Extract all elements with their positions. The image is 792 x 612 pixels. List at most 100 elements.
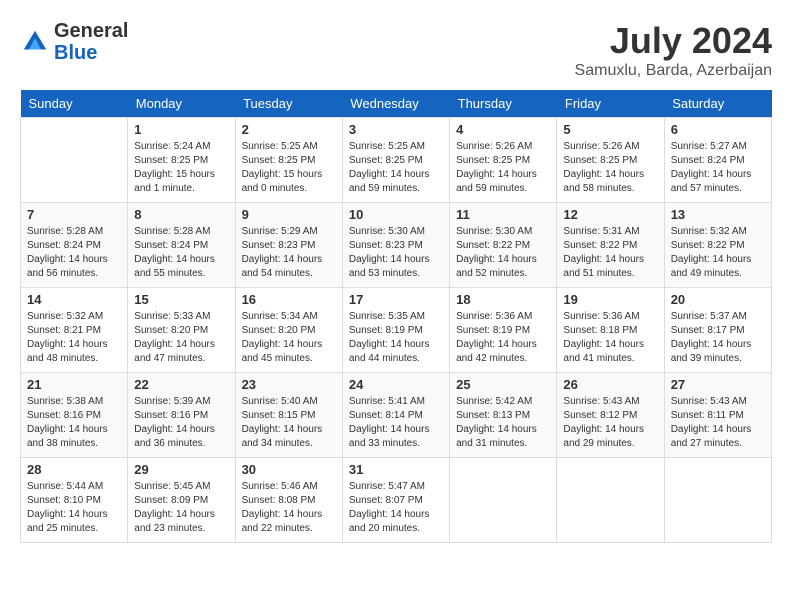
day-info: Sunrise: 5:43 AMSunset: 8:11 PMDaylight:…: [671, 395, 765, 451]
day-info: Sunrise: 5:44 AMSunset: 8:10 PMDaylight:…: [27, 480, 121, 536]
day-cell: 17 Sunrise: 5:35 AMSunset: 8:19 PMDayligh…: [342, 288, 449, 373]
day-cell: 25 Sunrise: 5:42 AMSunset: 8:13 PMDayligh…: [450, 373, 557, 458]
day-number: 12: [563, 207, 657, 222]
day-number: 7: [27, 207, 121, 222]
day-number: 23: [242, 377, 336, 392]
day-info: Sunrise: 5:33 AMSunset: 8:20 PMDaylight:…: [134, 310, 228, 366]
day-cell: 6 Sunrise: 5:27 AMSunset: 8:24 PMDaylight…: [664, 118, 771, 203]
day-info: Sunrise: 5:35 AMSunset: 8:19 PMDaylight:…: [349, 310, 443, 366]
week-row: 28 Sunrise: 5:44 AMSunset: 8:10 PMDayligh…: [21, 458, 772, 543]
day-info: Sunrise: 5:28 AMSunset: 8:24 PMDaylight:…: [134, 225, 228, 281]
day-cell: 3 Sunrise: 5:25 AMSunset: 8:25 PMDaylight…: [342, 118, 449, 203]
day-cell: 13 Sunrise: 5:32 AMSunset: 8:22 PMDayligh…: [664, 203, 771, 288]
day-info: Sunrise: 5:42 AMSunset: 8:13 PMDaylight:…: [456, 395, 550, 451]
day-cell: 10Sunrise: 5:30 AMSunset: 8:23 PMDayligh…: [342, 203, 449, 288]
weekday-header: Saturday: [664, 90, 771, 118]
weekday-header: Tuesday: [235, 90, 342, 118]
day-number: 24: [349, 377, 443, 392]
day-info: Sunrise: 5:34 AMSunset: 8:20 PMDaylight:…: [242, 310, 336, 366]
day-cell: 2 Sunrise: 5:25 AMSunset: 8:25 PMDaylight…: [235, 118, 342, 203]
day-info: Sunrise: 5:26 AMSunset: 8:25 PMDaylight:…: [456, 140, 550, 196]
page-header: General Blue July 2024 Samuxlu, Barda, A…: [20, 20, 772, 80]
day-info: Sunrise: 5:46 AMSunset: 8:08 PMDaylight:…: [242, 480, 336, 536]
day-number: 27: [671, 377, 765, 392]
day-number: 28: [27, 462, 121, 477]
day-number: 14: [27, 292, 121, 307]
day-number: 26: [563, 377, 657, 392]
day-cell: 7 Sunrise: 5:28 AMSunset: 8:24 PMDaylight…: [21, 203, 128, 288]
day-cell: [450, 458, 557, 543]
day-cell: 16 Sunrise: 5:34 AMSunset: 8:20 PMDayligh…: [235, 288, 342, 373]
day-info: Sunrise: 5:30 AMSunset: 8:23 PMDaylight:…: [349, 225, 443, 281]
weekday-header-row: SundayMondayTuesdayWednesdayThursdayFrid…: [21, 90, 772, 118]
day-info: Sunrise: 5:37 AMSunset: 8:17 PMDaylight:…: [671, 310, 765, 366]
day-number: 13: [671, 207, 765, 222]
day-info: Sunrise: 5:26 AMSunset: 8:25 PMDaylight:…: [563, 140, 657, 196]
day-number: 4: [456, 122, 550, 137]
day-number: 22: [134, 377, 228, 392]
day-info: Sunrise: 5:24 AMSunset: 8:25 PMDaylight:…: [134, 140, 228, 196]
weekday-header: Friday: [557, 90, 664, 118]
day-info: Sunrise: 5:31 AMSunset: 8:22 PMDaylight:…: [563, 225, 657, 281]
day-number: 6: [671, 122, 765, 137]
day-cell: [664, 458, 771, 543]
day-info: Sunrise: 5:40 AMSunset: 8:15 PMDaylight:…: [242, 395, 336, 451]
day-number: 29: [134, 462, 228, 477]
day-number: 21: [27, 377, 121, 392]
day-number: 20: [671, 292, 765, 307]
day-info: Sunrise: 5:38 AMSunset: 8:16 PMDaylight:…: [27, 395, 121, 451]
day-info: Sunrise: 5:36 AMSunset: 8:18 PMDaylight:…: [563, 310, 657, 366]
day-cell: 27 Sunrise: 5:43 AMSunset: 8:11 PMDayligh…: [664, 373, 771, 458]
location: Samuxlu, Barda, Azerbaijan: [575, 62, 772, 80]
day-cell: 20 Sunrise: 5:37 AMSunset: 8:17 PMDayligh…: [664, 288, 771, 373]
day-info: Sunrise: 5:30 AMSunset: 8:22 PMDaylight:…: [456, 225, 550, 281]
day-number: 16: [242, 292, 336, 307]
day-cell: 4 Sunrise: 5:26 AMSunset: 8:25 PMDaylight…: [450, 118, 557, 203]
day-cell: 12 Sunrise: 5:31 AMSunset: 8:22 PMDayligh…: [557, 203, 664, 288]
day-number: 25: [456, 377, 550, 392]
day-number: 17: [349, 292, 443, 307]
day-number: 31: [349, 462, 443, 477]
day-cell: [21, 118, 128, 203]
day-cell: 19Sunrise: 5:36 AMSunset: 8:18 PMDayligh…: [557, 288, 664, 373]
day-info: Sunrise: 5:29 AMSunset: 8:23 PMDaylight:…: [242, 225, 336, 281]
day-number: 9: [242, 207, 336, 222]
weekday-header: Sunday: [21, 90, 128, 118]
day-cell: 18 Sunrise: 5:36 AMSunset: 8:19 PMDayligh…: [450, 288, 557, 373]
week-row: 21 Sunrise: 5:38 AMSunset: 8:16 PMDayligh…: [21, 373, 772, 458]
day-number: 3: [349, 122, 443, 137]
day-number: 1: [134, 122, 228, 137]
day-cell: 5Sunrise: 5:26 AMSunset: 8:25 PMDaylight…: [557, 118, 664, 203]
day-cell: 24Sunrise: 5:41 AMSunset: 8:14 PMDayligh…: [342, 373, 449, 458]
day-info: Sunrise: 5:36 AMSunset: 8:19 PMDaylight:…: [456, 310, 550, 366]
day-cell: 9 Sunrise: 5:29 AMSunset: 8:23 PMDaylight…: [235, 203, 342, 288]
day-cell: 31Sunrise: 5:47 AMSunset: 8:07 PMDayligh…: [342, 458, 449, 543]
day-cell: 8Sunrise: 5:28 AMSunset: 8:24 PMDaylight…: [128, 203, 235, 288]
calendar-table: SundayMondayTuesdayWednesdayThursdayFrid…: [20, 90, 772, 543]
day-number: 11: [456, 207, 550, 222]
day-info: Sunrise: 5:25 AMSunset: 8:25 PMDaylight:…: [349, 140, 443, 196]
day-info: Sunrise: 5:32 AMSunset: 8:21 PMDaylight:…: [27, 310, 121, 366]
day-number: 30: [242, 462, 336, 477]
day-info: Sunrise: 5:32 AMSunset: 8:22 PMDaylight:…: [671, 225, 765, 281]
day-cell: 22 Sunrise: 5:39 AMSunset: 8:16 PMDayligh…: [128, 373, 235, 458]
logo: General Blue: [20, 20, 128, 64]
day-cell: [557, 458, 664, 543]
day-cell: 15Sunrise: 5:33 AMSunset: 8:20 PMDayligh…: [128, 288, 235, 373]
day-info: Sunrise: 5:39 AMSunset: 8:16 PMDaylight:…: [134, 395, 228, 451]
day-number: 18: [456, 292, 550, 307]
day-info: Sunrise: 5:27 AMSunset: 8:24 PMDaylight:…: [671, 140, 765, 196]
weekday-header: Wednesday: [342, 90, 449, 118]
week-row: 14 Sunrise: 5:32 AMSunset: 8:21 PMDayligh…: [21, 288, 772, 373]
day-info: Sunrise: 5:28 AMSunset: 8:24 PMDaylight:…: [27, 225, 121, 281]
logo-general: General: [54, 20, 128, 42]
day-number: 2: [242, 122, 336, 137]
day-cell: 23 Sunrise: 5:40 AMSunset: 8:15 PMDayligh…: [235, 373, 342, 458]
week-row: 1 Sunrise: 5:24 AMSunset: 8:25 PMDaylight…: [21, 118, 772, 203]
day-info: Sunrise: 5:43 AMSunset: 8:12 PMDaylight:…: [563, 395, 657, 451]
day-cell: 1 Sunrise: 5:24 AMSunset: 8:25 PMDaylight…: [128, 118, 235, 203]
day-info: Sunrise: 5:25 AMSunset: 8:25 PMDaylight:…: [242, 140, 336, 196]
logo-icon: [20, 27, 50, 57]
day-cell: 28 Sunrise: 5:44 AMSunset: 8:10 PMDayligh…: [21, 458, 128, 543]
month-title: July 2024: [575, 20, 772, 62]
